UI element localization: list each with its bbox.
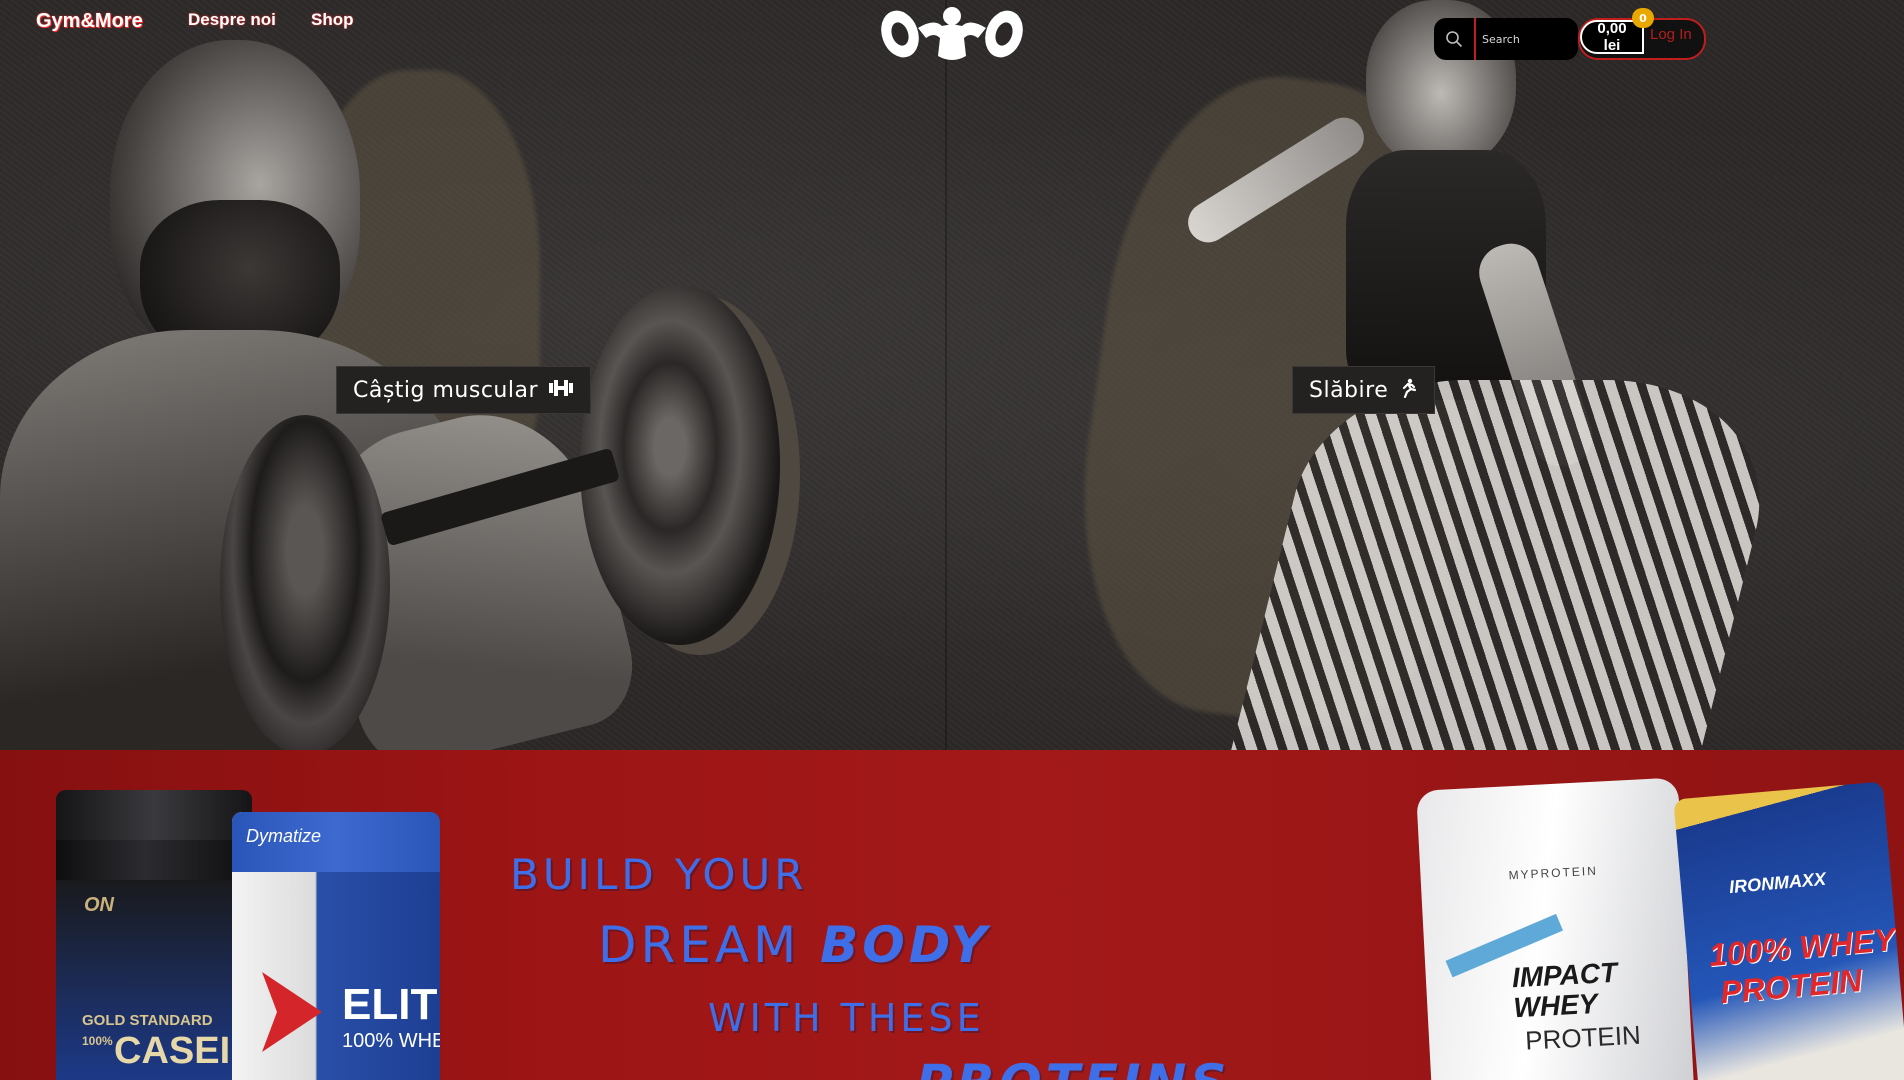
search-icon[interactable] xyxy=(1434,18,1474,60)
weight-loss-button[interactable]: Slăbire xyxy=(1292,366,1436,414)
dumbbell-icon xyxy=(548,378,574,402)
product-myprotein-impact-whey: MYPROTEIN IMPACT WHEY PROTEIN xyxy=(1416,777,1694,1080)
site-header: Gym&More Despre noi Shop 0,00 lei xyxy=(0,0,1904,80)
myprotein-line3-text: PROTEIN xyxy=(1524,1019,1642,1056)
cart-login-group: 0,00 lei 0 Log In xyxy=(1578,8,1706,60)
promo-line-with-these: with these xyxy=(708,996,985,1040)
promo-line-build: Build your xyxy=(510,850,808,899)
brand-link[interactable]: Gym&More xyxy=(36,10,143,33)
on-line2-text: 100% xyxy=(82,1034,113,1048)
ironmaxx-brand-text: IRONMAXX xyxy=(1728,868,1827,898)
site-logo[interactable] xyxy=(878,4,1026,66)
product-dymatize-elite: Dymatize ELITE 100% WHEY xyxy=(232,812,440,1080)
on-line1-text: GOLD STANDARD xyxy=(82,1012,213,1029)
dymatize-line2-text: 100% WHEY xyxy=(342,1030,440,1052)
hero-section: Câștig muscular Slăbire xyxy=(0,0,1904,750)
promo-word-body: body xyxy=(820,916,991,974)
bodybuilder-logo-icon xyxy=(881,7,1023,61)
on-lid xyxy=(56,790,252,840)
search-input[interactable] xyxy=(1476,19,1578,59)
myprotein-brand-text: MYPROTEIN xyxy=(1508,863,1599,883)
cart-count-badge: 0 xyxy=(1632,8,1654,28)
dymatize-brand-top: Dymatize xyxy=(246,826,322,846)
dymatize-line1-text: ELITE xyxy=(342,980,440,1029)
promo-banner[interactable]: ON GOLD STANDARD 100% CASEIN Dymatize EL… xyxy=(0,750,1904,1080)
hero-panel-weight-loss[interactable]: Slăbire xyxy=(946,0,1904,750)
nav-link-about[interactable]: Despre noi xyxy=(188,10,276,30)
search-bar xyxy=(1434,18,1578,60)
cart-total: 0,00 lei xyxy=(1597,20,1627,54)
nav-link-shop[interactable]: Shop xyxy=(311,10,354,30)
hero-panel-muscle-gain[interactable]: Câștig muscular xyxy=(0,0,946,750)
running-icon xyxy=(1398,378,1418,403)
weight-loss-label: Slăbire xyxy=(1309,377,1389,403)
dymatize-logo-icon xyxy=(262,972,322,1052)
dumbbell-plate-back xyxy=(220,415,390,750)
promo-line-proteins: proteins xyxy=(916,1054,1230,1080)
login-button[interactable]: Log In xyxy=(1650,26,1692,43)
panel-divider xyxy=(945,0,947,750)
myprotein-line2-text: WHEY xyxy=(1512,987,1599,1024)
product-on-casein: ON GOLD STANDARD 100% CASEIN xyxy=(56,790,252,1080)
muscle-gain-button[interactable]: Câștig muscular xyxy=(336,366,592,414)
promo-line-dream-body: dream body xyxy=(598,916,991,974)
product-ironmaxx-whey: IRONMAXX 100% WHEY PROTEIN xyxy=(1673,781,1904,1080)
promo-word-dream: dream xyxy=(598,916,801,974)
muscle-gain-label: Câștig muscular xyxy=(353,377,539,403)
on-brand-text: ON xyxy=(84,894,114,916)
